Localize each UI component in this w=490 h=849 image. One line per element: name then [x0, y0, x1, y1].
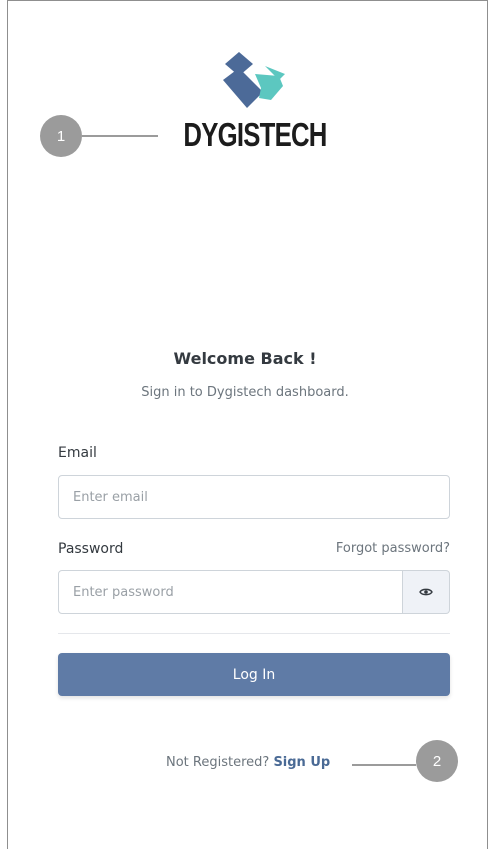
signup-prompt: Not Registered?: [166, 755, 270, 770]
forgot-password-link[interactable]: Forgot password?: [336, 541, 450, 556]
signup-prompt-row: Not Registered? Sign Up: [166, 755, 330, 770]
welcome-subtitle: Sign in to Dygistech dashboard.: [141, 385, 349, 400]
brand-name: DYGISTECH: [183, 116, 327, 153]
callout-1-line: [82, 135, 158, 137]
email-field[interactable]: [58, 475, 450, 519]
callout-2-line: [352, 764, 416, 766]
callout-1: 1: [40, 115, 82, 157]
password-label: Password: [58, 541, 124, 557]
welcome-title: Welcome Back !: [173, 349, 317, 368]
eye-icon: [419, 588, 433, 596]
login-button[interactable]: Log In: [58, 653, 450, 696]
dygistech-logo-icon: [223, 52, 285, 108]
password-visibility-toggle[interactable]: [403, 570, 450, 614]
password-field[interactable]: [58, 570, 403, 614]
signup-link[interactable]: Sign Up: [273, 755, 330, 770]
form-divider: [58, 633, 450, 634]
callout-2: 2: [416, 740, 458, 782]
email-label: Email: [58, 445, 97, 461]
